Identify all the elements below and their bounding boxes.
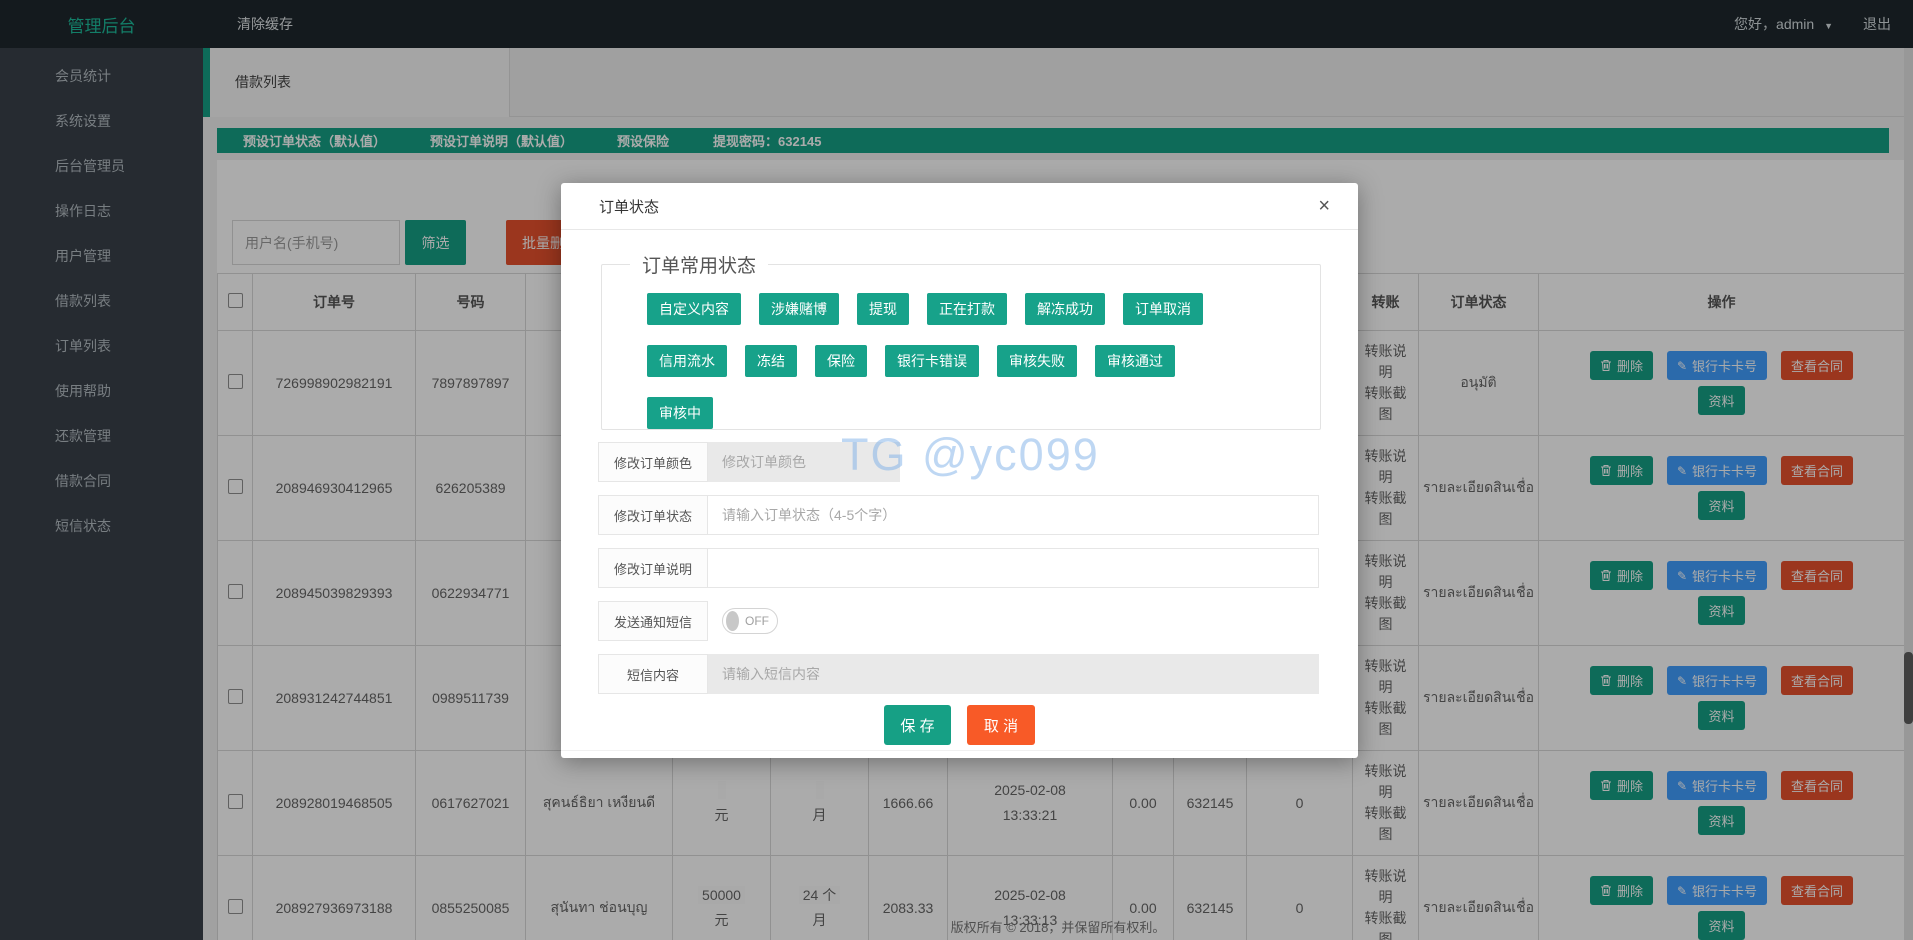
status-preset-button[interactable]: 冻结	[745, 345, 797, 377]
order-color-row: 修改订单颜色	[598, 442, 900, 482]
sms-content-row: 短信内容	[598, 654, 1319, 694]
status-preset-button[interactable]: 审核失败	[997, 345, 1077, 377]
status-preset-button[interactable]: 信用流水	[647, 345, 727, 377]
status-preset-button[interactable]: 审核通过	[1095, 345, 1175, 377]
close-icon[interactable]: ×	[1318, 196, 1330, 216]
modal-title: 订单状态	[599, 198, 660, 216]
sms-content-label: 短信内容	[598, 654, 708, 694]
save-button[interactable]: 保 存	[884, 705, 951, 745]
sms-notify-toggle[interactable]: OFF	[722, 608, 778, 634]
status-preset-button[interactable]: 提现	[857, 293, 909, 325]
status-preset-button[interactable]: 银行卡错误	[885, 345, 979, 377]
modal-header: 订单状态 ×	[561, 183, 1358, 230]
sms-content-input[interactable]	[708, 654, 1319, 694]
order-status-input[interactable]	[708, 495, 1319, 535]
status-preset-button[interactable]: 自定义内容	[647, 293, 741, 325]
scrollbar-thumb[interactable]	[1904, 652, 1913, 724]
order-desc-input[interactable]	[708, 548, 1319, 588]
status-preset-button[interactable]: 订单取消	[1123, 293, 1203, 325]
order-desc-row: 修改订单说明	[598, 548, 1319, 588]
modal-footer-divider	[561, 750, 1358, 751]
status-preset-button[interactable]: 涉嫌赌博	[759, 293, 839, 325]
sms-notify-label: 发送通知短信	[598, 601, 708, 641]
order-desc-label: 修改订单说明	[598, 548, 708, 588]
status-preset-button[interactable]: 正在打款	[927, 293, 1007, 325]
status-preset-button[interactable]: 保险	[815, 345, 867, 377]
toggle-state: OFF	[745, 614, 769, 628]
order-status-label: 修改订单状态	[598, 495, 708, 535]
order-status-row: 修改订单状态	[598, 495, 1319, 535]
order-status-modal: 订单状态 × TG @yc099 订单常用状态 自定义内容 涉嫌赌博 提现 正在打款解…	[561, 183, 1358, 758]
status-preset-button[interactable]: 解冻成功	[1025, 293, 1105, 325]
order-color-label: 修改订单颜色	[598, 442, 708, 482]
toggle-knob-icon	[726, 611, 739, 631]
cancel-button[interactable]: 取 消	[967, 705, 1035, 745]
order-color-input[interactable]	[708, 442, 900, 482]
status-fieldset: 订单常用状态 自定义内容 涉嫌赌博 提现 正在打款 解冻成功 订单取消 信用流水 冻结 保险银…	[601, 251, 1321, 430]
modal-actions: 保 存 取 消	[561, 705, 1358, 745]
page: 管理后台 清除缓存 您好，admin ▼ 退出 会员统计 系统设置 后台管理员 操作日…	[0, 0, 1913, 940]
status-preset-button[interactable]: 审核中	[647, 397, 713, 429]
fieldset-legend: 订单常用状态	[630, 251, 769, 278]
sms-notify-row: 发送通知短信 OFF	[598, 601, 778, 641]
